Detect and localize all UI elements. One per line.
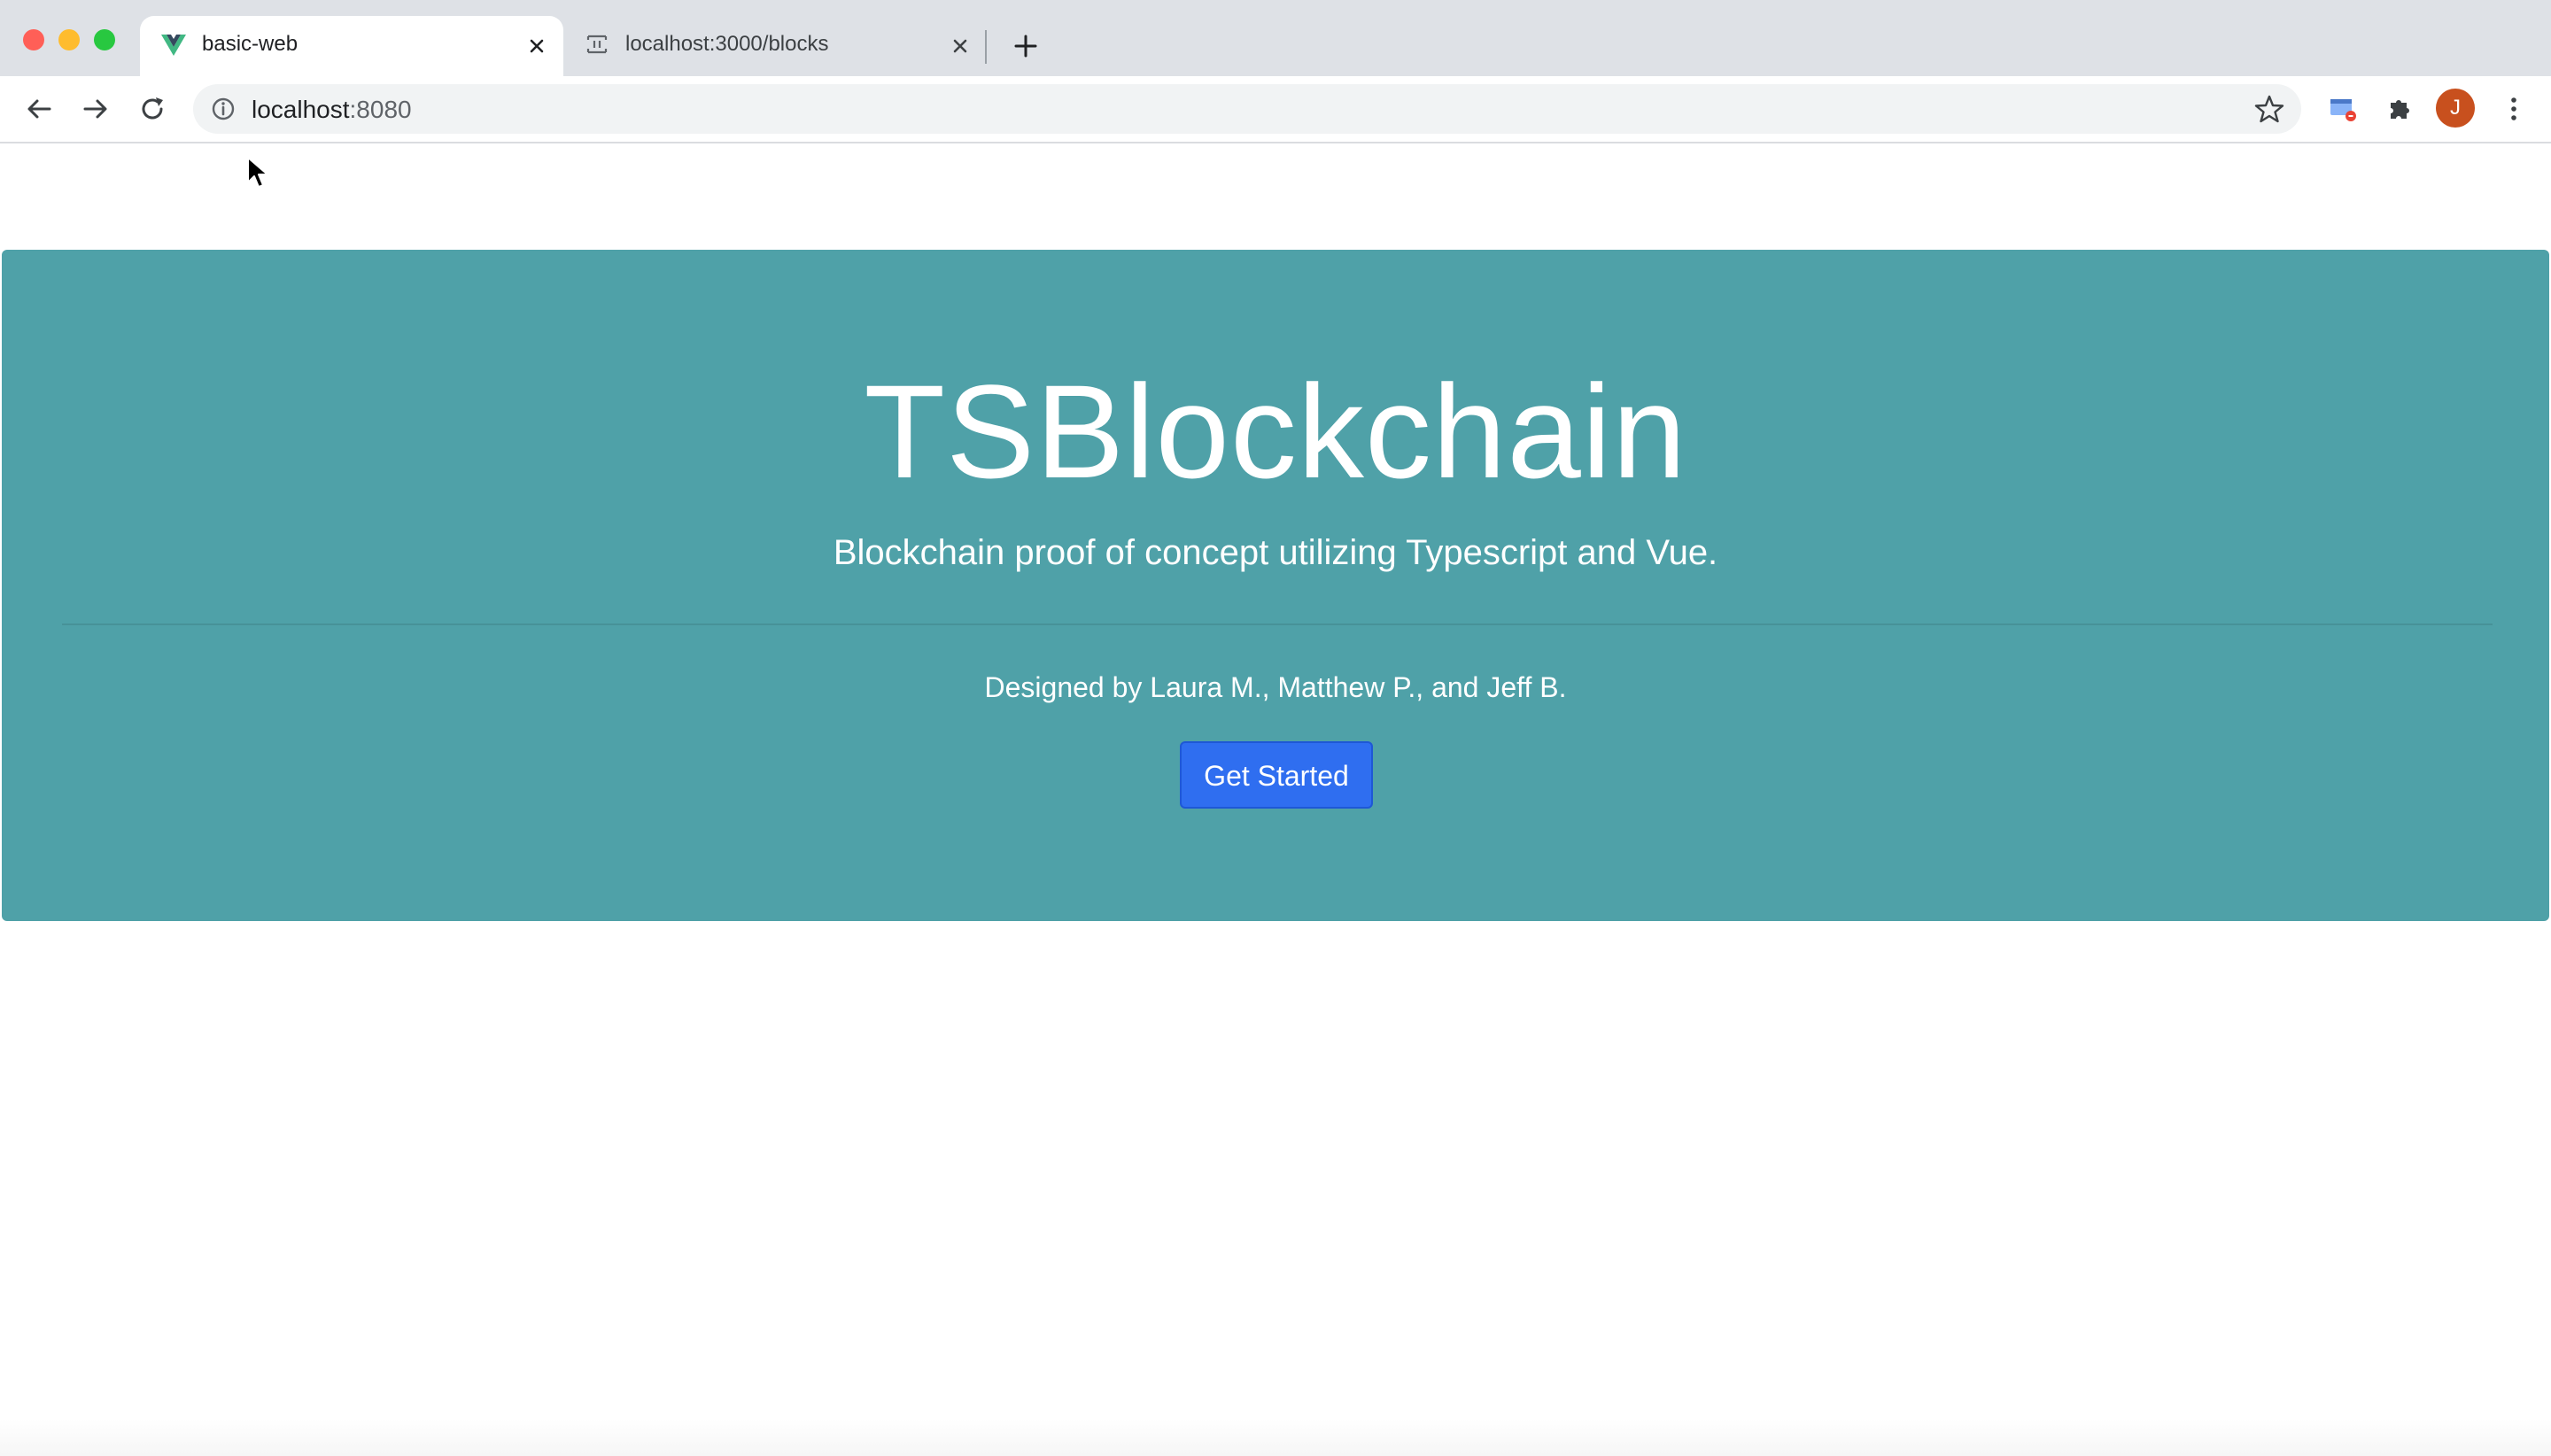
vue-logo-icon bbox=[161, 35, 186, 56]
extensions-puzzle-icon[interactable] bbox=[2381, 91, 2416, 127]
url-text: localhost:8080 bbox=[252, 96, 412, 124]
window-maximize-button[interactable] bbox=[94, 29, 115, 50]
hero-jumbotron: TSBlockchain Blockchain proof of concept… bbox=[2, 250, 2549, 921]
back-arrow-icon[interactable] bbox=[21, 91, 57, 127]
close-tab-icon[interactable] bbox=[523, 32, 551, 60]
bookmark-star-icon[interactable] bbox=[2253, 93, 2285, 125]
url-host: localhost bbox=[252, 96, 350, 123]
new-tab-plus-icon[interactable] bbox=[1010, 30, 1042, 62]
reload-icon[interactable] bbox=[135, 91, 170, 127]
profile-avatar[interactable]: J bbox=[2436, 89, 2475, 128]
forward-arrow-icon[interactable] bbox=[78, 91, 113, 127]
window-minimize-button[interactable] bbox=[58, 29, 80, 50]
browser-toolbar: localhost:8080 J bbox=[0, 76, 2551, 143]
close-tab-icon[interactable] bbox=[946, 32, 974, 60]
tab-strip: basic-web localhost:3000/blocks bbox=[0, 0, 2551, 76]
mouse-cursor-icon bbox=[247, 157, 268, 188]
document-icon bbox=[586, 35, 608, 54]
cast-extension-icon[interactable] bbox=[2324, 91, 2360, 127]
tab-title: basic-web bbox=[202, 32, 299, 56]
hero-subtitle: Blockchain proof of concept utilizing Ty… bbox=[833, 533, 1718, 572]
page-content: TSBlockchain Blockchain proof of concept… bbox=[0, 143, 2551, 1456]
hero-divider bbox=[62, 623, 2493, 625]
tab-basic-web[interactable]: basic-web bbox=[140, 16, 563, 76]
site-info-icon[interactable] bbox=[209, 95, 237, 123]
get-started-button[interactable]: Get Started bbox=[1180, 741, 1373, 809]
url-port: :8080 bbox=[349, 96, 412, 123]
tab-title: localhost:3000/blocks bbox=[625, 32, 829, 56]
hero-title: TSBlockchain bbox=[864, 357, 1687, 506]
bottom-shadow bbox=[0, 1419, 2551, 1456]
window-close-button[interactable] bbox=[23, 29, 44, 50]
tab-separator bbox=[985, 30, 987, 64]
more-menu-icon[interactable] bbox=[2496, 91, 2532, 127]
hero-designed-by: Designed by Laura M., Matthew P., and Je… bbox=[984, 671, 1567, 703]
address-bar[interactable]: localhost:8080 bbox=[193, 84, 2301, 134]
tab-localhost-blocks[interactable]: localhost:3000/blocks bbox=[563, 16, 987, 76]
